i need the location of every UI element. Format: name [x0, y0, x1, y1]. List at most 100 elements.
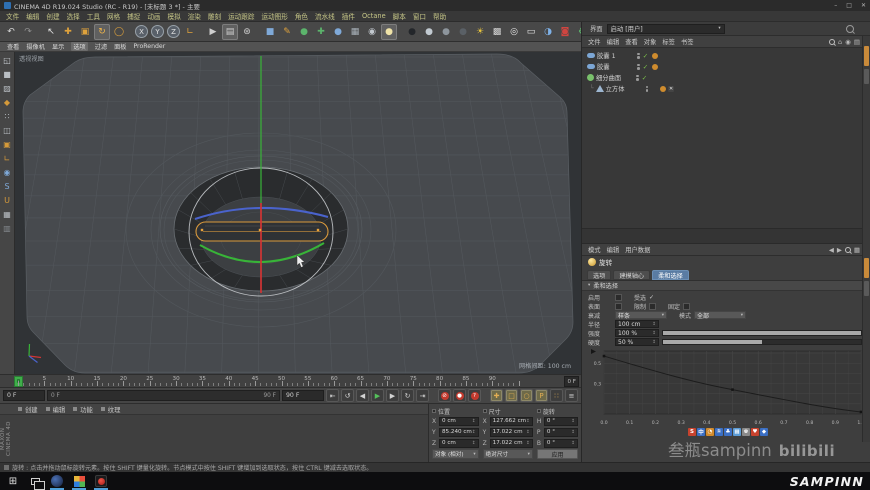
goto-end-button[interactable]: ⇥ — [416, 389, 429, 402]
object-manager-menu-item[interactable]: 文件 — [588, 37, 601, 46]
tab-1[interactable]: 建模轴心 — [613, 270, 651, 280]
forward-icon[interactable]: ▶ — [837, 246, 842, 254]
coordinate-input[interactable]: 17.022 cm ↕ — [489, 438, 533, 448]
current-frame-field[interactable]: 0 F — [3, 390, 45, 401]
param-dropdown[interactable]: 样条 ▾ — [615, 311, 667, 320]
last-tool-icon[interactable]: ◯ — [111, 24, 127, 40]
spinner-icon[interactable]: ↕ — [526, 430, 530, 435]
autokey-button[interactable]: ● — [453, 389, 466, 402]
floor-icon[interactable]: ▦ — [347, 24, 363, 40]
param-checkbox[interactable] — [615, 293, 622, 301]
viewport-menu-item[interactable]: 显示 — [52, 42, 64, 51]
redo-icon[interactable]: ↷ — [20, 24, 36, 40]
weights-tag-icon[interactable]: ✕ — [668, 85, 675, 92]
start-button[interactable]: ⊞ — [2, 472, 24, 490]
key-parameter-toggle[interactable]: P — [535, 389, 548, 402]
record-cam-icon[interactable]: ◙ — [557, 24, 573, 40]
axis-mode-icon[interactable]: ∟ — [1, 152, 14, 165]
object-manager-menu-item[interactable]: 对象 — [644, 37, 657, 46]
workplane-mode-icon[interactable]: ◆ — [1, 96, 14, 109]
param-checkbox[interactable] — [649, 302, 657, 310]
viewport-menu-item[interactable]: 查看 — [7, 42, 19, 51]
object-row[interactable]: 细分曲面 ✓ — [582, 72, 870, 83]
spinner-icon[interactable]: ↕ — [571, 441, 575, 446]
apply-button[interactable]: 应用 — [536, 449, 578, 459]
material-manager[interactable]: 创建 编辑 功能 纹理 MAXON CINEMA 4D — [0, 404, 429, 462]
undo-icon[interactable]: ↶ — [3, 24, 19, 40]
menubar-item[interactable]: 帮助 — [433, 11, 446, 21]
object-manager-menu-item[interactable]: 书签 — [681, 37, 694, 46]
menubar-item[interactable]: 运动跟踪 — [228, 11, 254, 21]
spinner-icon[interactable]: ↕ — [472, 419, 476, 424]
next-frame-button[interactable]: ▶ — [386, 389, 399, 402]
menubar-item[interactable]: 雕刻 — [208, 11, 221, 21]
enabled-check-icon[interactable]: ✓ — [642, 52, 650, 60]
attribute-menu-item[interactable]: 编辑 — [607, 245, 620, 254]
maximize-button[interactable]: □ — [846, 2, 852, 9]
search-icon[interactable] — [844, 246, 851, 253]
spinner-icon[interactable]: ↕ — [652, 340, 656, 345]
spinner-icon[interactable]: ↕ — [526, 419, 530, 424]
home-icon[interactable]: ⌂ — [838, 38, 842, 46]
grid-box-icon[interactable]: ▩ — [489, 24, 505, 40]
render-settings-icon[interactable]: ⊛ — [239, 24, 255, 40]
dock-tab-orange[interactable] — [864, 46, 869, 66]
spinner-icon[interactable]: ↕ — [571, 419, 575, 424]
magnet-icon[interactable]: U — [1, 194, 14, 207]
dock-tab-gray-2[interactable] — [864, 281, 869, 296]
play-button[interactable]: ▶ — [371, 389, 384, 402]
half-sphere-icon[interactable]: ◑ — [540, 24, 556, 40]
z-axis-lock-icon[interactable]: Z — [167, 25, 180, 38]
visibility-dots[interactable] — [636, 74, 639, 81]
menubar-item[interactable]: 渲染 — [188, 11, 201, 21]
materials-menu-item[interactable]: 创建 — [25, 405, 38, 414]
object-manager-menu-item[interactable]: 标签 — [662, 37, 675, 46]
generators-icon[interactable]: ● — [296, 24, 312, 40]
dock-tab-orange-2[interactable] — [864, 258, 869, 278]
param-checkbox[interactable] — [683, 302, 691, 310]
timeline-ruler[interactable]: 0 0 F 5101520253035404550556065707580859… — [0, 374, 581, 388]
dock-tab-strip[interactable] — [862, 36, 870, 442]
workplane-icon[interactable]: ▦ — [1, 208, 14, 221]
coordinate-system-icon[interactable]: ∟ — [182, 24, 198, 40]
spinner-icon[interactable]: ↕ — [652, 322, 656, 327]
shading-sphere-light-icon[interactable]: ● — [421, 24, 437, 40]
eye-icon[interactable]: ◉ — [845, 38, 851, 46]
viewport-canvas[interactable]: 透视视图 网格间距: 100 cm — [15, 52, 581, 374]
coordinate-input[interactable]: 0 ° ↕ — [543, 427, 578, 437]
tab-2[interactable]: 柔和选择 — [652, 270, 689, 280]
menubar-item[interactable]: 编辑 — [26, 11, 39, 21]
camera-icon[interactable]: ◉ — [364, 24, 380, 40]
make-editable-icon[interactable]: ◱ — [1, 54, 14, 67]
target-icon[interactable]: ◎ — [506, 24, 522, 40]
interface-preset-dropdown[interactable]: 启动 [用户] ▾ — [606, 23, 725, 34]
light-icon[interactable]: ● — [381, 23, 397, 40]
enabled-check-icon[interactable]: ✓ — [641, 74, 649, 82]
scale-icon[interactable]: ▣ — [77, 24, 93, 40]
spline-pen-icon[interactable]: ✎ — [279, 24, 295, 40]
menubar-item[interactable]: 运动图形 — [261, 11, 287, 21]
model-mode-icon[interactable]: ■ — [1, 68, 14, 81]
menubar-item[interactable]: 角色 — [295, 11, 308, 21]
viewport-menu-item[interactable]: 过滤 — [95, 42, 107, 51]
menubar-item[interactable]: 创建 — [46, 11, 59, 21]
coordinates-dropdown[interactable]: 绝对尺寸 ▾ — [482, 449, 533, 459]
taskbar-app-recorder[interactable] — [90, 472, 112, 490]
soft-selection-section[interactable]: ▾ 柔和选择 — [582, 281, 870, 291]
back-icon[interactable]: ◀ — [829, 246, 834, 254]
snap-icon[interactable]: S — [1, 180, 14, 193]
coordinate-input[interactable]: 127.662 cm ↕ — [489, 416, 533, 426]
param-field[interactable]: 50 % ↕ — [615, 338, 659, 346]
spinner-icon[interactable]: ↕ — [472, 441, 476, 446]
menubar-item[interactable]: 窗口 — [413, 11, 426, 21]
rect-icon[interactable]: ▭ — [523, 24, 539, 40]
minimize-button[interactable]: – — [834, 2, 837, 9]
key-pla-toggle[interactable]: ∷ — [550, 389, 563, 402]
prev-frame-button[interactable]: ◀ — [356, 389, 369, 402]
param-slider[interactable] — [662, 330, 862, 336]
coordinate-input[interactable]: 17.022 cm ↕ — [489, 427, 533, 437]
attribute-menu-item[interactable]: 模式 — [588, 245, 601, 254]
menubar-item[interactable]: 网格 — [107, 11, 120, 21]
render-picture-viewer-icon[interactable]: ▤ — [222, 23, 238, 40]
materials-menu-item[interactable]: 编辑 — [53, 405, 66, 414]
